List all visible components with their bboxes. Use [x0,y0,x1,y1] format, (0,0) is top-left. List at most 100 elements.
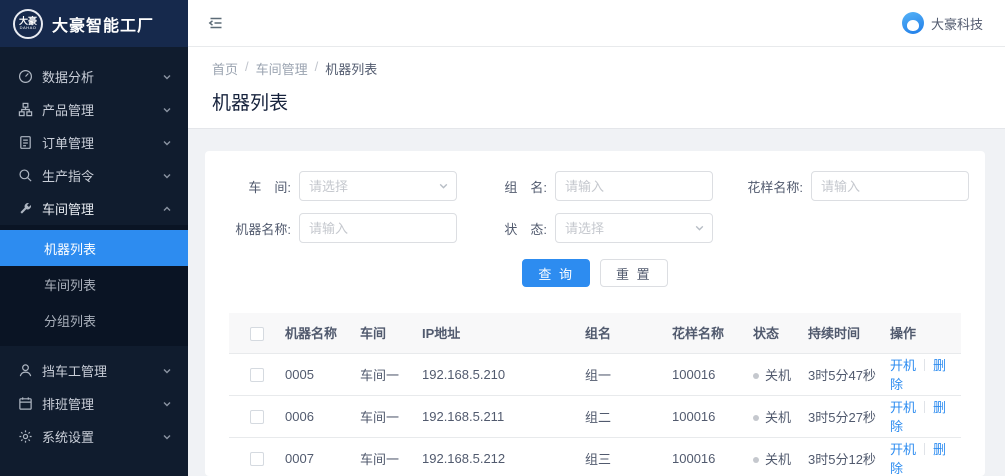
main-area: 大豪科技 首页 / 车间管理 / 机器列表 机器列表 车 间: [188,0,1005,476]
workshop-submenu: 机器列表 车间列表 分组列表 [0,225,188,346]
wrench-icon [18,201,33,216]
search-button[interactable]: 查 询 [522,259,590,287]
sidebar-item-label: 挡车工管理 [42,361,162,380]
col-actions: 操作 [890,313,961,353]
page-title: 机器列表 [212,88,981,115]
cell-duration: 3时5分12秒 [808,437,890,476]
sidebar-item-label: 生产指令 [42,166,162,185]
action-divider [924,359,925,371]
cell-workshop: 车间一 [360,437,422,476]
sidebar-item-production-order[interactable]: 生产指令 [0,159,188,192]
chevron-down-icon [162,432,172,442]
col-workshop: 车间 [360,313,422,353]
table-row: 0007 车间一 192.168.5.212 组三 100016 关机 3时5分… [229,437,961,476]
cell-workshop: 车间一 [360,395,422,437]
sidebar-item-workshop-mgmt[interactable]: 车间管理 [0,192,188,225]
breadcrumb-separator: / [315,59,319,78]
chevron-down-icon [162,72,172,82]
table-header-row: 机器名称 车间 IP地址 组名 花样名称 状态 持续时间 操作 [229,313,961,353]
breadcrumb: 首页 / 车间管理 / 机器列表 [212,59,981,78]
row-checkbox[interactable] [250,452,264,466]
cell-duration: 3时5分47秒 [808,353,890,395]
machine-name-input[interactable] [299,213,457,243]
row-checkbox[interactable] [250,410,264,424]
sidebar: 大豪 DAHAO 大豪智能工厂 数据分析 产品管理 [0,0,188,476]
workshop-field: 车 间: [229,171,457,201]
pattern-name-input[interactable] [811,171,969,201]
sidebar-item-data-analysis[interactable]: 数据分析 [0,60,188,93]
power-on-link[interactable]: 开机 [890,400,916,415]
user-name: 大豪科技 [931,14,983,33]
workshop-select[interactable] [299,171,457,201]
power-on-link[interactable]: 开机 [890,358,916,373]
product-icon [18,102,33,117]
machine-table: 机器名称 车间 IP地址 组名 花样名称 状态 持续时间 操作 [229,313,961,476]
sidebar-subitem-label: 车间列表 [44,275,96,294]
status-field: 状 态: [485,213,713,243]
cell-group: 组一 [585,353,672,395]
sidebar-subitem-machine-list[interactable]: 机器列表 [0,230,188,266]
cell-duration: 3时5分27秒 [808,395,890,437]
gauge-icon [18,69,33,84]
status-text: 关机 [765,410,791,425]
sidebar-item-system-settings[interactable]: 系统设置 [0,420,188,453]
machine-list-card: 车 间: 组 名: 花样名称: [205,151,985,476]
cell-status: 关机 [753,395,808,437]
pattern-name-label: 花样名称: [741,177,803,196]
collapse-sidebar-icon[interactable] [206,14,224,32]
sidebar-item-shift-mgmt[interactable]: 排班管理 [0,387,188,420]
sidebar-item-label: 订单管理 [42,133,162,152]
page-header: 首页 / 车间管理 / 机器列表 机器列表 [188,47,1005,129]
cell-status: 关机 [753,437,808,476]
status-dot-icon [753,373,759,379]
chevron-down-icon [162,399,172,409]
status-text: 关机 [765,452,791,467]
top-bar: 大豪科技 [188,0,1005,47]
sidebar-subitem-workshop-list[interactable]: 车间列表 [0,266,188,302]
sidebar-item-label: 数据分析 [42,67,162,86]
chevron-up-icon [162,204,172,214]
cell-ip: 192.168.5.211 [422,395,585,437]
sidebar-item-label: 车间管理 [42,199,162,218]
filter-actions: 查 询 重 置 [229,259,961,287]
col-status: 状态 [753,313,808,353]
dahao-logo-icon: 大豪 DAHAO [13,9,43,39]
cell-group: 组三 [585,437,672,476]
breadcrumb-workshop-mgmt[interactable]: 车间管理 [256,59,308,78]
sidebar-item-label: 产品管理 [42,100,162,119]
calendar-icon [18,396,33,411]
col-ip: IP地址 [422,313,585,353]
chevron-down-icon [162,105,172,115]
machine-name-label: 机器名称: [229,219,291,238]
sidebar-subitem-group-list[interactable]: 分组列表 [0,302,188,338]
col-group: 组名 [585,313,672,353]
sidebar-item-order-mgmt[interactable]: 订单管理 [0,126,188,159]
workshop-label: 车 间: [229,177,291,196]
sidebar-menu: 数据分析 产品管理 订单管理 生产 [0,47,188,476]
power-on-link[interactable]: 开机 [890,442,916,457]
cell-machine-name: 0005 [285,353,360,395]
cell-machine-name: 0006 [285,395,360,437]
status-dot-icon [753,457,759,463]
status-select[interactable] [555,213,713,243]
cell-machine-name: 0007 [285,437,360,476]
col-machine-name: 机器名称 [285,313,360,353]
reset-button[interactable]: 重 置 [600,259,668,287]
cell-actions: 开机删除 [890,437,961,476]
user-menu[interactable]: 大豪科技 [902,12,983,34]
row-checkbox[interactable] [250,368,264,382]
cell-pattern: 100016 [672,437,753,476]
action-divider [924,443,925,455]
col-duration: 持续时间 [808,313,890,353]
cell-group: 组二 [585,395,672,437]
cell-pattern: 100016 [672,353,753,395]
select-all-checkbox[interactable] [250,327,264,341]
cell-actions: 开机删除 [890,395,961,437]
group-name-input[interactable] [555,171,713,201]
sidebar-item-operator-mgmt[interactable]: 挡车工管理 [0,354,188,387]
pattern-name-field: 花样名称: [741,171,969,201]
breadcrumb-home[interactable]: 首页 [212,59,238,78]
sidebar-item-product-mgmt[interactable]: 产品管理 [0,93,188,126]
table-row: 0006 车间一 192.168.5.211 组二 100016 关机 3时5分… [229,395,961,437]
search-icon [18,168,33,183]
